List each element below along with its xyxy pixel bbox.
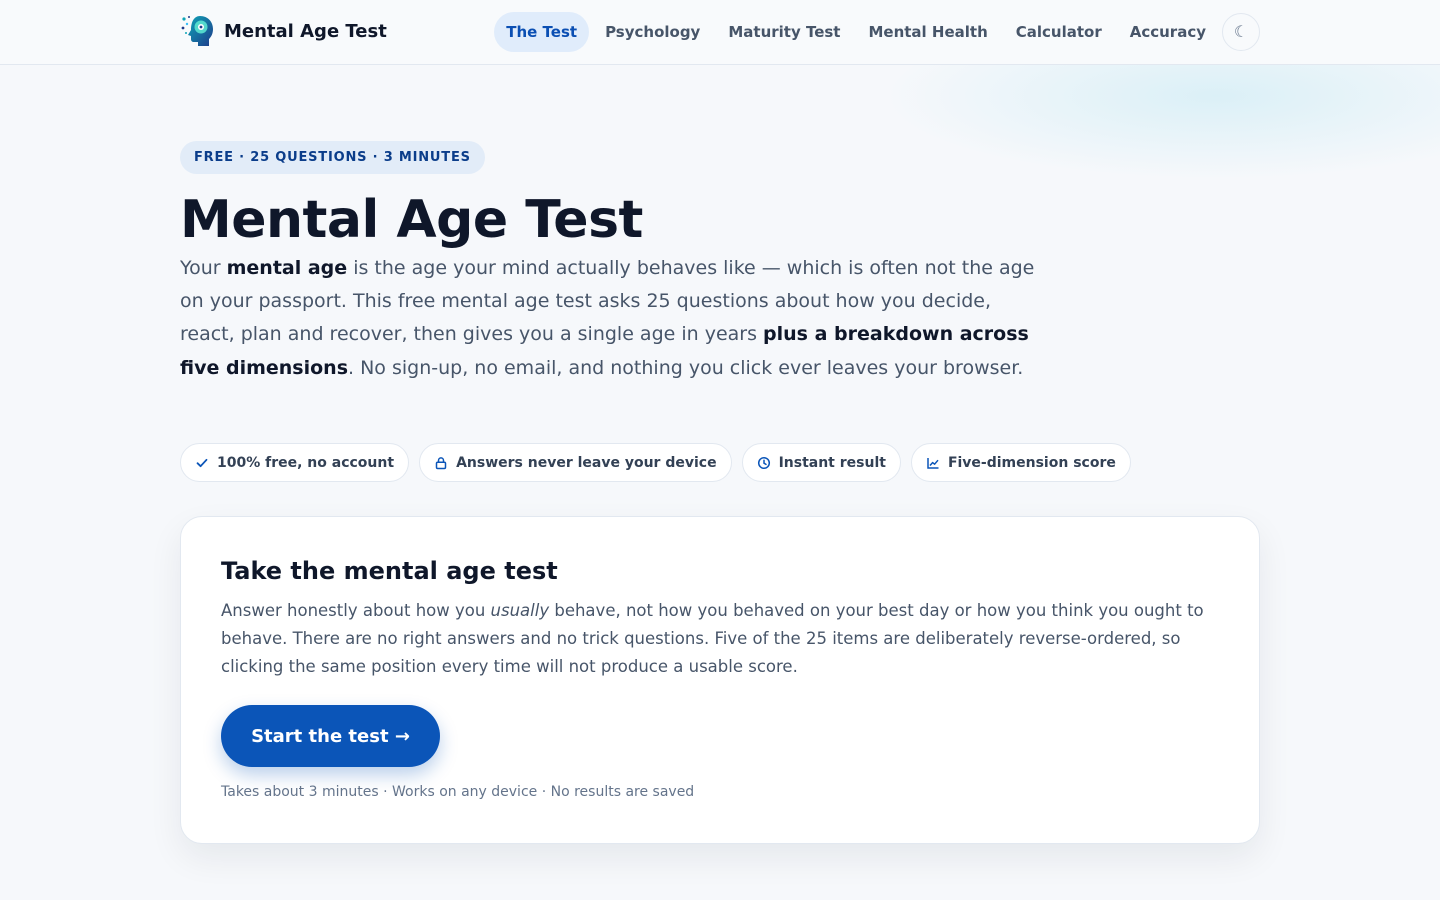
feature-pill-label: 100% free, no account [217,454,395,471]
nav-calculator[interactable]: Calculator [1002,12,1116,52]
lead-text-3: . No sign-up, no email, and nothing you … [348,356,1024,379]
theme-toggle-button[interactable]: ☾ [1222,13,1260,51]
feature-pill-label: Five-dimension score [947,454,1116,471]
feature-pills: 100% free, no account Answers never leav… [180,443,1131,482]
lock-icon [435,456,447,469]
feature-pill-dimensions: Five-dimension score [910,443,1131,482]
card-title: Take the mental age test [221,557,558,585]
check-icon [196,458,208,467]
start-test-button[interactable]: Start the test → [221,705,440,767]
brand-name: Mental Age Test [224,20,387,42]
brand-link[interactable]: Mental Age Test [180,13,387,49]
instructions-emphasis: usually [490,601,550,620]
nav-accuracy[interactable]: Accuracy [1116,12,1220,52]
clock-icon [757,456,770,469]
nav-the-test[interactable]: The Test [494,12,590,52]
instructions-text-1: Answer honestly about how you [221,601,491,620]
lead-text-1: Your [180,257,227,279]
card-footnote: Takes about 3 minutes · Works on any dev… [221,784,695,800]
nav-maturity-test[interactable]: Maturity Test [714,12,854,52]
nav-psychology[interactable]: Psychology [591,12,714,52]
chart-icon [927,457,939,469]
hero-eyebrow-badge: FREE · 25 QUESTIONS · 3 MINUTES [180,141,485,174]
page-title: Mental Age Test [180,190,643,250]
feature-pill-privacy: Answers never leave your device [419,443,732,482]
test-start-card: Take the mental age test Answer honestly… [180,516,1260,844]
card-instructions: Answer honestly about how you usually be… [221,597,1221,681]
moon-icon: ☾ [1233,24,1249,41]
lead-bold-1: mental age [226,257,348,279]
site-header: Mental Age Test The Test Psychology Matu… [0,0,1440,65]
feature-pill-instant: Instant result [741,443,901,482]
feature-pill-label: Instant result [778,454,886,471]
nav-mental-health[interactable]: Mental Health [854,12,1001,52]
brain-head-logo [181,16,213,46]
feature-pill-label: Answers never leave your device [456,454,717,471]
main-nav: The Test Psychology Maturity Test Mental… [494,12,1260,52]
hero-lead: Your mental age is the age your mind act… [180,252,1040,385]
feature-pill-free: 100% free, no account [180,443,410,482]
